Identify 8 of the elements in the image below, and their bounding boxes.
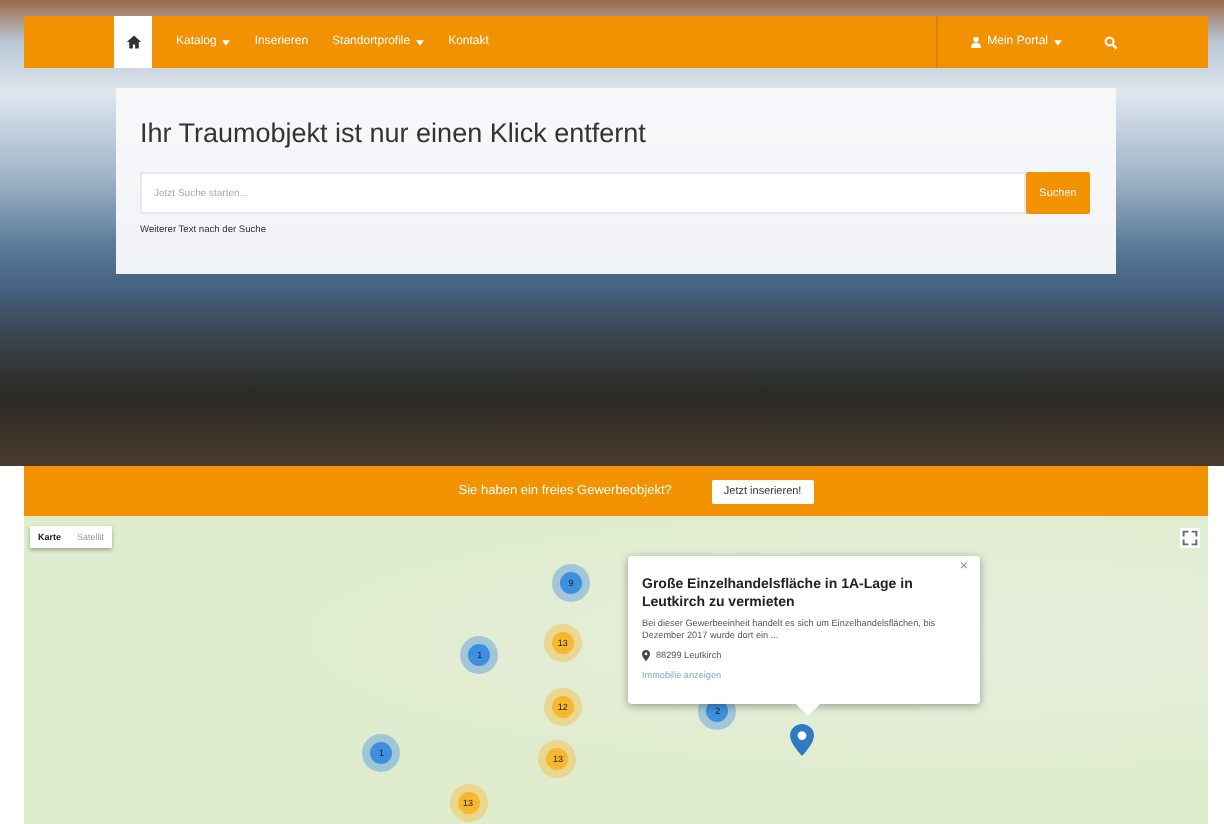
hero-title: Ihr Traumobjekt ist nur einen Klick entfernt bbox=[140, 118, 648, 150]
user-icon bbox=[969, 36, 982, 48]
home-icon bbox=[125, 34, 141, 50]
map-tile[interactable] bbox=[24, 516, 1208, 824]
home-tab[interactable] bbox=[114, 16, 152, 68]
location-pin-icon bbox=[642, 650, 650, 661]
fullscreen-icon[interactable] bbox=[1180, 528, 1200, 548]
map-pin-icon[interactable] bbox=[790, 724, 814, 756]
